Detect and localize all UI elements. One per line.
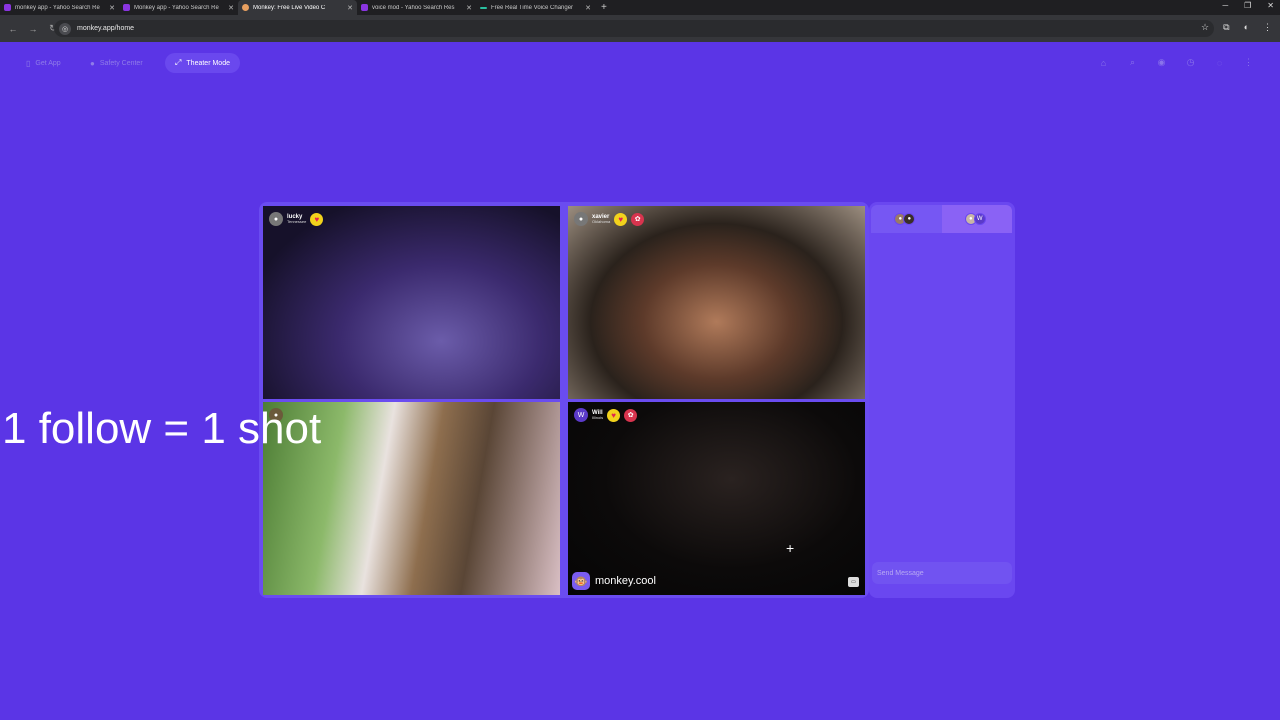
browser-tab[interactable]: Monkey app - Yahoo Search Re ✕ — [119, 0, 238, 15]
avatar: ● — [269, 212, 283, 226]
user-tag[interactable]: ● lucky Tennessee ♥ — [269, 212, 324, 226]
video-tile-self: W Will Illinois ♥ ✿ 🐵 monkey.cool ▭ + — [568, 402, 865, 595]
close-tab-icon[interactable]: ✕ — [347, 4, 353, 12]
user-location: Illinois — [592, 415, 604, 420]
menu-icon[interactable]: ⋮ — [1263, 22, 1272, 33]
window-controls: ─ ❐ ✕ — [1222, 1, 1274, 10]
forward-icon[interactable]: → — [26, 24, 40, 34]
tab-title: Free Real Time Voice Changer — [491, 4, 574, 11]
chat-tab-right[interactable]: ● W — [941, 205, 1012, 233]
user-location: Tennessee — [287, 219, 307, 224]
monkey-favicon-icon — [242, 4, 249, 11]
tab-title: Monkey app - Yahoo Search Re — [134, 4, 219, 11]
avatar: ● — [574, 212, 588, 226]
page-top-icons: ⌂ ⌕ ◉ ◷ ◌ ⋮ — [1096, 55, 1256, 70]
captions-icon[interactable]: ▭ — [848, 577, 859, 587]
crosshair-cursor-icon: + — [786, 540, 795, 556]
tab-title: monkey app - Yahoo Search Re — [15, 4, 100, 11]
bookmark-star-icon[interactable]: ☆ — [1201, 22, 1209, 33]
chat-bubble-icon[interactable]: ◌ — [1212, 55, 1227, 70]
chat-tab-left[interactable]: ● ● — [871, 205, 942, 233]
tab-title: Monkey: Free Live Video C — [253, 4, 326, 11]
theater-mode-label: Theater Mode — [186, 59, 230, 67]
yahoo-favicon-icon — [4, 4, 11, 11]
browser-tab[interactable]: monkey app - Yahoo Search Re ✕ — [0, 0, 119, 15]
restore-icon[interactable]: ❐ — [1244, 1, 1251, 10]
back-icon[interactable]: ← — [6, 24, 20, 34]
video-tile: ● lucky Tennessee ♥ — [263, 206, 560, 399]
minimize-icon[interactable]: ─ — [1222, 1, 1228, 10]
close-tab-icon[interactable]: ✕ — [109, 4, 115, 12]
extensions-icon[interactable]: ⧉ — [1223, 22, 1229, 33]
brand-text: monkey.cool — [595, 575, 656, 587]
expand-icon: ⤢ — [175, 58, 182, 67]
browser-tab-active[interactable]: Monkey: Free Live Video C ✕ — [238, 0, 357, 15]
chat-panel: ● ● ● W Send Message — [869, 202, 1015, 598]
url-text: monkey.app/home — [77, 25, 135, 32]
chat-header: ● ● ● W — [871, 205, 1012, 233]
brand-watermark: 🐵 monkey.cool — [572, 572, 656, 590]
theater-mode-button[interactable]: ⤢ Theater Mode — [165, 53, 240, 73]
avatar: W — [574, 408, 588, 422]
more-icon[interactable]: ⋮ — [1241, 55, 1256, 70]
safety-center-button[interactable]: ● Safety Center — [80, 53, 153, 73]
voice-changer-favicon-icon — [480, 6, 487, 9]
close-tab-icon[interactable]: ✕ — [228, 4, 234, 12]
store-icon[interactable]: ⌂ — [1096, 55, 1111, 70]
url-input[interactable]: ◎ monkey.app/home — [54, 20, 1214, 37]
avatar: W — [973, 213, 986, 225]
user-location: Oklahoma — [592, 219, 611, 224]
overlay-caption: 1 follow = 1 shot — [2, 404, 322, 453]
close-tab-icon[interactable]: ✕ — [466, 4, 472, 12]
tab-title: voice mod - Yahoo Search Res — [372, 4, 455, 11]
send-message-input[interactable]: Send Message — [872, 562, 1012, 584]
heart-icon: ♥ — [607, 408, 621, 422]
browser-tab[interactable]: voice mod - Yahoo Search Res ✕ — [357, 0, 476, 15]
safety-center-label: Safety Center — [99, 59, 143, 67]
yahoo-favicon-icon — [123, 4, 130, 11]
shield-icon: ● — [90, 58, 95, 68]
profile-icon[interactable]: ◐ — [1244, 22, 1249, 33]
user-tag[interactable]: W Will Illinois ♥ ✿ — [574, 408, 638, 422]
avatar: ● — [903, 213, 916, 225]
new-tab-icon[interactable]: + — [601, 2, 607, 13]
browser-actions: ☆ ⧉ ◐ ⋮ — [1201, 22, 1272, 33]
monkey-logo-icon: 🐵 — [572, 572, 590, 590]
profile-avatar-icon[interactable]: ◉ — [1154, 55, 1169, 70]
site-info-icon[interactable]: ◎ — [59, 22, 71, 35]
get-app-label: Get App — [35, 59, 61, 67]
get-app-button[interactable]: ▯ Get App — [16, 53, 71, 73]
close-window-icon[interactable]: ✕ — [1267, 1, 1274, 10]
close-tab-icon[interactable]: ✕ — [585, 4, 591, 12]
rose-icon: ✿ — [624, 408, 638, 422]
heart-icon: ♥ — [614, 212, 628, 226]
rose-icon: ✿ — [631, 212, 645, 226]
phone-icon: ▯ — [26, 58, 31, 68]
heart-icon: ♥ — [310, 212, 324, 226]
browser-tab[interactable]: Free Real Time Voice Changer ✕ — [476, 0, 595, 15]
browser-tab-bar: monkey app - Yahoo Search Re ✕ Monkey app… — [0, 0, 1280, 15]
user-tag[interactable]: ● xavier Oklahoma ♥ ✿ — [574, 212, 645, 226]
yahoo-favicon-icon — [361, 4, 368, 11]
history-icon[interactable]: ◷ — [1183, 55, 1198, 70]
video-tile: ● xavier Oklahoma ♥ ✿ — [568, 206, 865, 399]
search-icon[interactable]: ⌕ — [1125, 55, 1140, 70]
